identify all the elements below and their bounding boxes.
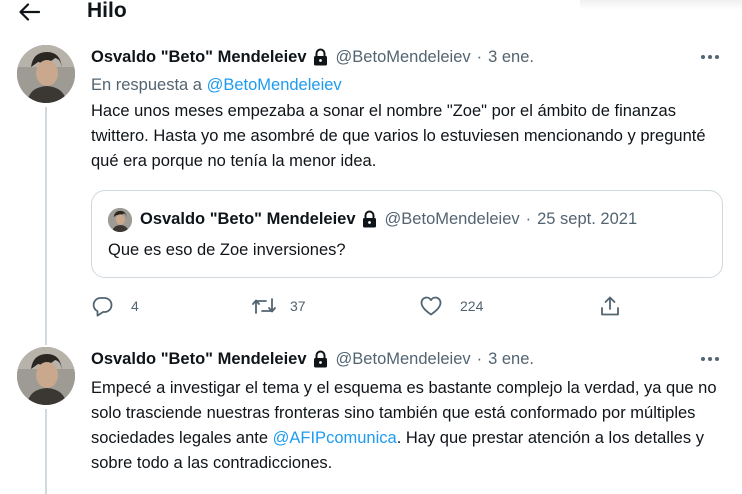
thread-line [45,107,47,345]
quote-text: Que es eso de Zoe inversiones? [108,241,346,259]
lock-icon [312,350,329,368]
lock-icon [312,48,329,66]
share-button[interactable] [599,292,621,320]
tweet[interactable]: Osvaldo "Beto" Mendeleiev @BetoMendeleie… [0,0,742,345]
reply-to-line: En respuesta a @BetoMendeleiev [91,76,342,95]
mention-link[interactable]: @AFIPcomunica [273,429,397,447]
reply-icon [92,296,113,316]
quote-author-name: Osvaldo "Beto" Mendeleiev [140,209,356,228]
tweet-text: Hace unos meses empezaba a sonar el nomb… [91,102,706,170]
retweet-icon [252,298,276,314]
tweet-actions: 4 37 224 [91,292,631,320]
quote-author-handle: @BetoMendeleiev [384,209,520,228]
author-handle[interactable]: @BetoMendeleiev [336,350,471,369]
author-name[interactable]: Osvaldo "Beto" Mendeleiev [91,48,307,67]
separator-dot: · [525,209,532,228]
reply-count: 4 [131,298,139,314]
tweet-date[interactable]: 3 ene. [488,350,534,369]
author-handle[interactable]: @BetoMendeleiev [336,48,471,67]
tweet-author-row: Osvaldo "Beto" Mendeleiev @BetoMendeleie… [91,348,534,370]
separator-dot: · [476,349,483,368]
like-count: 224 [460,298,484,314]
reply-mention-link[interactable]: @BetoMendeleiev [207,76,342,94]
quote-avatar[interactable] [108,208,132,232]
tweet[interactable]: Osvaldo "Beto" Mendeleiev @BetoMendeleie… [0,330,742,494]
quote-date: 25 sept. 2021 [537,209,638,228]
share-icon [601,296,619,316]
retweet-button[interactable]: 37 [251,292,306,320]
more-horizontal-icon [701,55,719,59]
more-button[interactable] [698,348,722,370]
author-name[interactable]: Osvaldo "Beto" Mendeleiev [91,350,307,369]
avatar[interactable] [17,347,75,405]
heart-icon [420,296,442,316]
thread-line [45,409,47,494]
tweet-author-row: Osvaldo "Beto" Mendeleiev @BetoMendeleie… [91,46,534,68]
more-horizontal-icon [701,357,719,361]
reply-button[interactable]: 4 [91,292,139,320]
like-button[interactable]: 224 [420,292,483,320]
quote-author-row: Osvaldo "Beto" Mendeleiev @BetoMendeleie… [140,208,637,230]
tweet-text: Empecé a investigar el tema y el esquema… [91,376,721,476]
separator-dot: · [476,47,483,66]
quoted-tweet[interactable]: Osvaldo "Beto" Mendeleiev @BetoMendeleie… [91,190,723,278]
avatar[interactable] [17,45,75,103]
reply-prefix: En respuesta a [91,76,202,94]
lock-icon [361,210,378,228]
tweet-date[interactable]: 3 ene. [488,48,534,67]
more-button[interactable] [698,46,722,68]
retweet-count: 37 [290,298,306,314]
